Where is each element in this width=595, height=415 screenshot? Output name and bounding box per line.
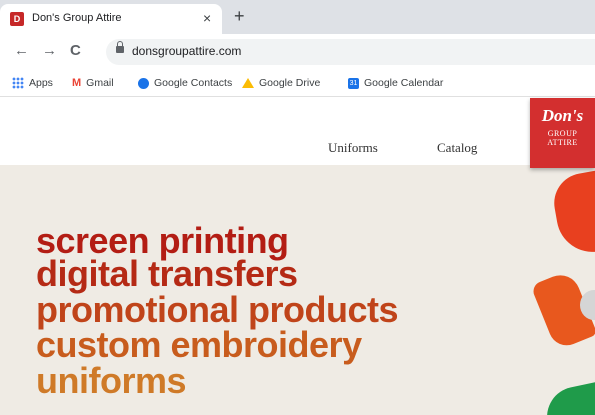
hero-banner: screen printing digital transfers promot…	[0, 165, 595, 415]
bookmark-google-calendar[interactable]: 31 Google Calendar	[348, 75, 443, 91]
browser-toolbar: ← → C donsgroupattire.com	[0, 34, 595, 70]
hero-line-uniforms: uniforms	[36, 360, 187, 401]
hero-line-digital-transfers: digital transfers	[36, 253, 298, 294]
new-tab-button[interactable]: +	[234, 7, 245, 25]
tab-strip: D Don's Group Attire × +	[0, 0, 595, 34]
calendar-icon: 31	[348, 77, 359, 89]
drive-icon	[242, 78, 254, 89]
forward-button[interactable]: →	[42, 43, 57, 59]
close-tab-icon[interactable]: ×	[203, 10, 211, 26]
url-text: donsgroupattire.com	[132, 44, 242, 58]
nav-link-uniforms[interactable]: Uniforms	[328, 140, 378, 156]
gmail-icon: M	[72, 77, 82, 90]
lock-icon[interactable]	[116, 41, 124, 53]
bookmark-google-drive[interactable]: Google Drive	[242, 75, 320, 91]
nav-link-catalog[interactable]: Catalog	[437, 140, 477, 156]
site-favicon-icon: D	[10, 12, 24, 26]
site-header: Uniforms Catalog	[0, 97, 595, 165]
apps-grid-icon	[12, 77, 24, 90]
browser-tab[interactable]: D Don's Group Attire ×	[0, 4, 222, 34]
green-shirt-image	[541, 381, 595, 415]
address-bar[interactable]: donsgroupattire.com	[106, 39, 595, 65]
contacts-icon	[138, 77, 149, 89]
back-button[interactable]: ←	[14, 43, 29, 59]
tab-title: Don's Group Attire	[32, 12, 122, 24]
site-logo[interactable]: Don's GROUP ATTIRE	[530, 98, 595, 168]
bookmark-apps[interactable]: Apps	[12, 75, 53, 91]
hero-line-promotional-products: promotional products	[36, 289, 399, 330]
bookmark-gmail[interactable]: M Gmail	[72, 75, 114, 91]
hero-line-custom-embroidery: custom embroidery	[36, 324, 362, 365]
bookmarks-bar: Apps M Gmail Google Contacts Google Drive…	[0, 70, 595, 97]
orange-shirt-image	[549, 168, 595, 258]
reload-button[interactable]: C	[70, 43, 81, 59]
bookmark-google-contacts[interactable]: Google Contacts	[138, 75, 232, 91]
